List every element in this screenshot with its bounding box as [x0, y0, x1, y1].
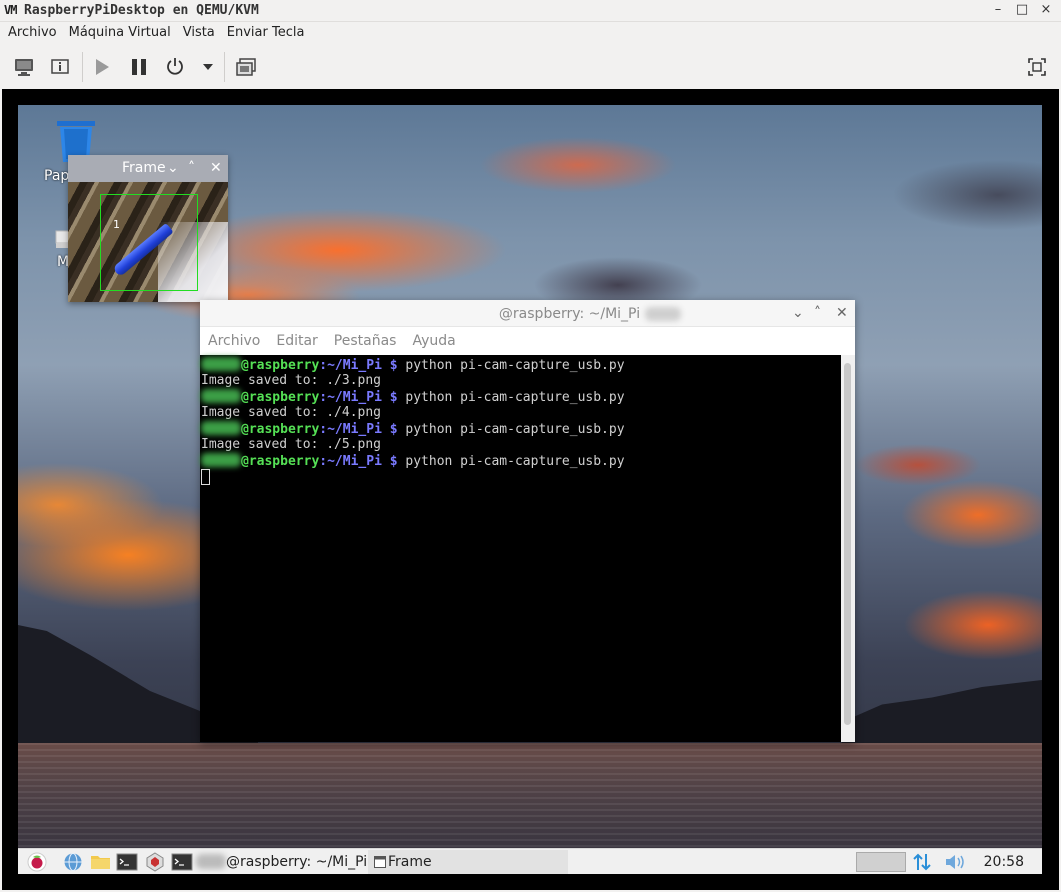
prompt-dollar: $ [381, 454, 406, 469]
close-icon[interactable]: ✕ [210, 160, 222, 176]
detection-box [100, 194, 198, 291]
monitor-icon[interactable] [11, 54, 37, 80]
terminal-task-icon[interactable] [171, 852, 193, 872]
prompt-host: @raspberry [241, 422, 320, 437]
terminal-line: @raspberry:~/Mi_Pi $ python pi-cam-captu… [201, 357, 840, 373]
maximize-button[interactable]: □ [1015, 2, 1029, 17]
taskbar: @raspberry: ~/Mi_Pi Frame 20:58 [18, 848, 1042, 874]
qemu-toolbar [0, 44, 1061, 89]
pause-icon[interactable] [126, 54, 152, 80]
terminal-menu-archivo[interactable]: Archivo [208, 327, 260, 355]
terminal-line: @raspberry:~/Mi_Pi $ python pi-cam-captu… [201, 389, 840, 405]
prompt-path: :~/Mi_Pi [319, 358, 382, 373]
vm-display-border [18, 874, 1042, 890]
screenshot-icon[interactable] [233, 54, 259, 80]
math-kernel-icon[interactable] [145, 852, 165, 872]
redacted-username [196, 854, 226, 869]
command-text: python pi-cam-capture_usb.py [405, 390, 625, 405]
volume-icon[interactable] [944, 852, 964, 872]
output-text: Image saved to: ./5.png [201, 437, 382, 452]
chevron-up-icon[interactable]: ˄ [188, 160, 195, 176]
redacted-username [201, 421, 241, 435]
task-frame-label: Frame [388, 854, 432, 870]
terminal-menu-editar[interactable]: Editar [276, 327, 317, 355]
browser-globe-icon[interactable] [63, 852, 83, 872]
text-cursor[interactable] [201, 469, 210, 485]
terminal-line: Image saved to: ./5.png [201, 437, 840, 453]
terminal-screen[interactable]: @raspberry:~/Mi_Pi $ python pi-cam-captu… [200, 355, 841, 742]
prompt-host: @raspberry [241, 390, 320, 405]
command-text: python pi-cam-capture_usb.py [405, 422, 625, 437]
task-terminal[interactable]: @raspberry: ~/Mi_Pi [226, 851, 367, 873]
prompt-host: @raspberry [241, 454, 320, 469]
terminal-menubar: Archivo Editar Pestañas Ayuda [200, 327, 855, 355]
redacted-username [201, 389, 241, 403]
menu-archivo[interactable]: Archivo [8, 22, 57, 44]
terminal-line: @raspberry:~/Mi_Pi $ python pi-cam-captu… [201, 453, 840, 469]
file-manager-icon[interactable] [90, 852, 110, 872]
terminal-title: @raspberry: ~/Mi_Pi [498, 306, 641, 322]
task-frame-button[interactable]: Frame [368, 850, 568, 874]
camera-frame-image: 1 [68, 182, 228, 302]
terminal-scrollbar[interactable] [841, 355, 855, 742]
power-icon[interactable] [162, 54, 188, 80]
qemu-menubar: Archivo Máquina Virtual Vista Enviar Tec… [0, 22, 1061, 44]
frame-window-titlebar[interactable]: Frame ⌄ ˄ ✕ [68, 155, 228, 182]
minimize-button[interactable]: – [991, 2, 1005, 17]
chevron-down-icon[interactable]: ⌄ [167, 160, 179, 176]
terminal-window[interactable]: @raspberry: ~/Mi_Pi ⌄ ˄ ✕ Archivo Editar… [200, 300, 855, 742]
redacted-username [201, 453, 241, 467]
command-text: python pi-cam-capture_usb.py [405, 358, 625, 373]
terminal-line: Image saved to: ./3.png [201, 373, 840, 389]
terminal-menu-ayuda[interactable]: Ayuda [412, 327, 455, 355]
window-title: RaspberryPiDesktop en QEMU/KVM [24, 3, 259, 18]
output-text: Image saved to: ./3.png [201, 373, 382, 388]
terminal-titlebar[interactable]: @raspberry: ~/Mi_Pi ⌄ ˄ ✕ [200, 300, 855, 327]
redacted-username [201, 357, 241, 371]
prompt-dollar: $ [381, 390, 406, 405]
fullscreen-icon[interactable] [1024, 54, 1050, 80]
detection-label: 1 [113, 218, 120, 231]
raspberry-menu-icon[interactable] [27, 852, 47, 872]
menu-enviar-tecla[interactable]: Enviar Tecla [227, 22, 305, 44]
terminal-line [201, 469, 840, 485]
frame-window[interactable]: Frame ⌄ ˄ ✕ 1 [68, 155, 228, 302]
cpu-monitor[interactable] [856, 852, 906, 872]
wallpaper-water [18, 743, 1042, 848]
prompt-dollar: $ [381, 422, 406, 437]
terminal-launcher-icon[interactable] [116, 852, 138, 872]
prompt-path: :~/Mi_Pi [319, 390, 382, 405]
dropdown-arrow-icon[interactable] [195, 54, 221, 80]
qemu-logo-icon: VM [4, 3, 17, 17]
window-icon [374, 856, 386, 868]
play-icon[interactable] [89, 54, 115, 80]
network-updown-icon[interactable] [912, 852, 932, 872]
menu-maquina-virtual[interactable]: Máquina Virtual [69, 22, 171, 44]
scrollbar-thumb[interactable] [844, 363, 851, 725]
prompt-path: :~/Mi_Pi [319, 422, 382, 437]
clock: 20:58 [983, 854, 1024, 870]
maximize-icon[interactable]: ˄ [814, 305, 821, 321]
prompt-path: :~/Mi_Pi [319, 454, 382, 469]
minimize-icon[interactable]: ⌄ [792, 305, 804, 321]
qemu-titlebar: VM RaspberryPiDesktop en QEMU/KVM – □ × [0, 0, 1061, 22]
prompt-host: @raspberry [241, 358, 320, 373]
info-icon[interactable] [47, 54, 73, 80]
wallpaper-mountain [842, 680, 1042, 750]
terminal-line: @raspberry:~/Mi_Pi $ python pi-cam-captu… [201, 421, 840, 437]
prompt-dollar: $ [381, 358, 406, 373]
command-text: python pi-cam-capture_usb.py [405, 454, 625, 469]
terminal-line: Image saved to: ./4.png [201, 405, 840, 421]
close-button[interactable]: × [1039, 2, 1053, 17]
terminal-menu-pestanas[interactable]: Pestañas [334, 327, 397, 355]
close-icon[interactable]: ✕ [836, 305, 848, 321]
output-text: Image saved to: ./4.png [201, 405, 382, 420]
menu-vista[interactable]: Vista [183, 22, 215, 44]
frame-window-title: Frame [122, 160, 166, 176]
